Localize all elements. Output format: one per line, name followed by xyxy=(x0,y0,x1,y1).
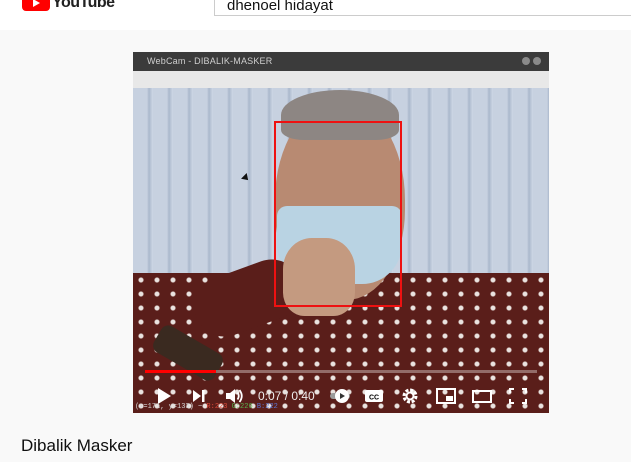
progress-bar-played xyxy=(145,370,216,373)
status-blue: B:222 xyxy=(256,403,278,411)
youtube-logo[interactable]: YouTube xyxy=(22,0,115,12)
fullscreen-icon[interactable] xyxy=(507,386,529,406)
top-bar: YouTube dhenoel hidayat xyxy=(0,0,631,30)
webcam-window-title: WebCam - DIBALIK-MASKER xyxy=(147,56,273,66)
time-display: 0:07 / 0:40 xyxy=(258,389,315,403)
autoplay-toggle[interactable] xyxy=(329,386,353,406)
video-player[interactable]: WebCam - DIBALIK-MASKER 0:07 / 0:40 CC (… xyxy=(133,52,549,413)
webcam-frame-border xyxy=(133,71,549,88)
status-red: R:223 xyxy=(206,403,228,411)
youtube-play-icon xyxy=(22,0,50,11)
status-green: G:226 xyxy=(231,403,253,411)
close-icon xyxy=(533,57,541,65)
minimize-icon xyxy=(522,57,530,65)
opencv-status-bar: (x=171, y=133) ~ R:223 G:226 B:222 xyxy=(135,403,278,411)
webcam-window-titlebar: WebCam - DIBALIK-MASKER xyxy=(133,52,549,71)
search-query: dhenoel hidayat xyxy=(227,0,333,14)
miniplayer-icon[interactable] xyxy=(435,386,457,406)
status-coords: (x=171, y=133) ~ xyxy=(135,403,207,411)
logo-text: YouTube xyxy=(52,0,115,11)
progress-bar[interactable] xyxy=(145,370,537,373)
settings-gear-icon[interactable] xyxy=(399,386,421,406)
mouse-cursor-icon xyxy=(241,173,251,183)
video-title: Dibalik Masker xyxy=(21,436,133,455)
video-frame[interactable] xyxy=(133,88,549,413)
cc-label: CC xyxy=(369,395,379,402)
search-input[interactable]: dhenoel hidayat xyxy=(214,0,631,16)
subtitles-icon[interactable]: CC xyxy=(363,386,385,406)
face-detection-box xyxy=(274,121,402,307)
theater-mode-icon[interactable] xyxy=(471,386,493,406)
